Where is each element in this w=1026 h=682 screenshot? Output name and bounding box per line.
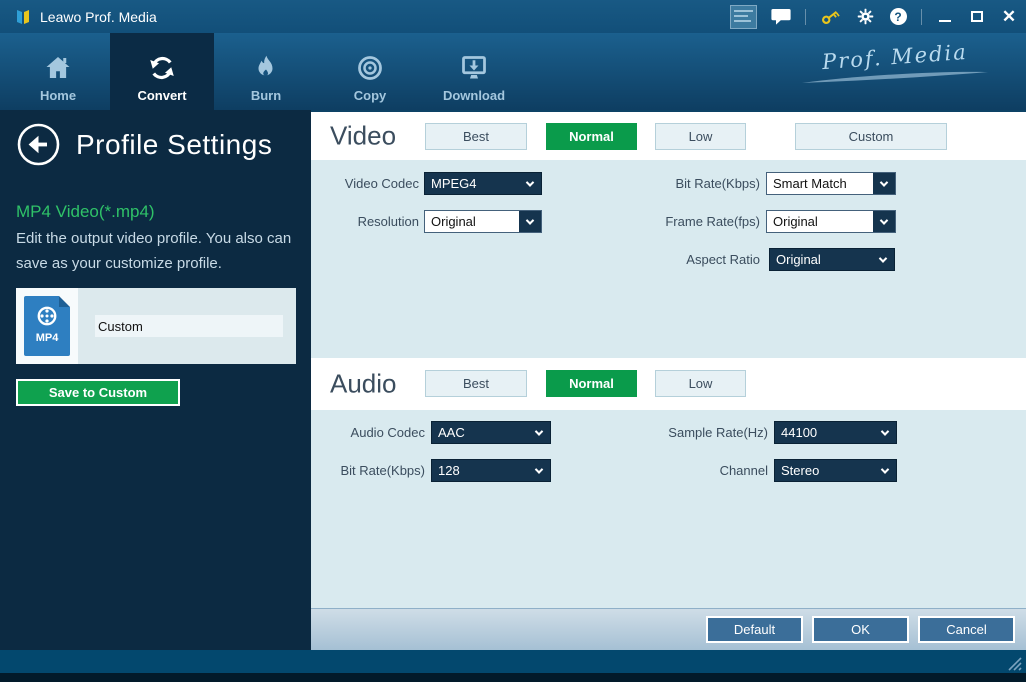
video-quality-low-button[interactable]: Low [655, 123, 746, 150]
audio-settings: Audio Codec AAC Sample Rate(Hz) 44100 Bi… [311, 410, 1026, 608]
video-quality-best-button[interactable]: Best [425, 123, 527, 150]
promo-banner-icon[interactable] [730, 4, 757, 29]
resize-grip[interactable] [1002, 651, 1022, 671]
nav-bar: Home Convert Burn Copy Download Prof. Me… [0, 33, 1026, 110]
audio-codec-label: Audio Codec [350, 425, 425, 440]
key-icon[interactable] [820, 4, 842, 30]
convert-sync-icon [150, 56, 174, 80]
resolution-select[interactable]: Original [424, 210, 542, 233]
nav-tab-burn[interactable]: Burn [214, 33, 318, 110]
mp4-file-icon: MP4 [24, 296, 70, 356]
titlebar-separator [921, 8, 922, 25]
format-label: MP4 [35, 332, 59, 344]
audio-quality-normal-button[interactable]: Normal [546, 370, 637, 397]
maximize-icon[interactable] [968, 4, 986, 30]
help-icon[interactable]: ? [889, 4, 907, 30]
video-codec-select[interactable]: MPEG4 [424, 172, 542, 195]
nav-tab-copy[interactable]: Copy [318, 33, 422, 110]
video-bitrate-select[interactable]: Smart Match [766, 172, 896, 195]
copy-disc-icon [358, 56, 382, 80]
chevron-down-icon [873, 173, 895, 194]
gear-icon[interactable] [856, 4, 875, 30]
profile-settings-panel: Profile Settings MP4 Video(*.mp4) Edit t… [0, 110, 311, 650]
chevron-down-icon [874, 422, 896, 443]
app-window: Leawo Prof. Media ? ✕ Home Convert Burn … [0, 0, 1026, 682]
chevron-down-icon [874, 460, 896, 481]
audio-bitrate-label: Bit Rate(Kbps) [340, 463, 425, 478]
status-footer [0, 650, 1026, 673]
chevron-down-icon [872, 249, 894, 270]
resolution-label: Resolution [357, 214, 419, 229]
video-bitrate-label: Bit Rate(Kbps) [675, 176, 760, 191]
nav-tab-home[interactable]: Home [6, 33, 110, 110]
chevron-down-icon [519, 211, 541, 232]
titlebar-actions: ? ✕ [730, 0, 1018, 33]
profile-name-input[interactable] [95, 315, 283, 337]
chevron-down-icon [873, 211, 895, 232]
framerate-select[interactable]: Original [766, 210, 896, 233]
panel-title: Profile Settings [76, 128, 273, 160]
minimize-icon[interactable] [936, 4, 954, 30]
video-settings: Video Codec MPEG4 Bit Rate(Kbps) Smart M… [311, 160, 1026, 358]
default-button[interactable]: Default [706, 616, 803, 643]
back-button[interactable] [16, 122, 61, 167]
save-to-custom-button[interactable]: Save to Custom [16, 379, 180, 406]
brand-signature: Prof. Media [800, 40, 990, 85]
dialog-button-bar: Default OK Cancel [311, 608, 1026, 650]
sample-rate-select[interactable]: 44100 [774, 421, 897, 444]
channel-select[interactable]: Stereo [774, 459, 897, 482]
titlebar-separator [805, 8, 806, 25]
nav-tab-convert[interactable]: Convert [110, 33, 214, 110]
titlebar: Leawo Prof. Media ? ✕ [0, 0, 1026, 33]
video-section-header: Video Best Normal Low Custom [311, 110, 1026, 160]
custom-profile-item[interactable]: MP4 [16, 288, 296, 364]
window-bottom-edge [0, 673, 1026, 682]
framerate-label: Frame Rate(fps) [665, 214, 760, 229]
audio-codec-select[interactable]: AAC [431, 421, 551, 444]
aspect-ratio-select[interactable]: Original [769, 248, 895, 271]
panel-description: Edit the output video profile. You also … [16, 230, 292, 272]
video-codec-label: Video Codec [344, 176, 419, 191]
audio-section-title: Audio [330, 368, 397, 399]
chat-bubble-icon[interactable] [771, 4, 791, 30]
settings-panel: Video Best Normal Low Custom Video Codec… [311, 110, 1026, 650]
video-section-title: Video [330, 120, 397, 151]
home-icon [46, 57, 70, 78]
close-icon[interactable]: ✕ [1000, 4, 1018, 30]
ok-button[interactable]: OK [812, 616, 909, 643]
audio-quality-low-button[interactable]: Low [655, 370, 746, 397]
audio-quality-best-button[interactable]: Best [425, 370, 527, 397]
download-monitor-icon [462, 56, 486, 79]
chevron-down-icon [519, 173, 541, 194]
sample-rate-label: Sample Rate(Hz) [668, 425, 768, 440]
chevron-down-icon [528, 460, 550, 481]
audio-section-header: Audio Best Normal Low [311, 358, 1026, 410]
leawo-logo-icon [17, 9, 29, 24]
chevron-down-icon [528, 422, 550, 443]
video-quality-normal-button[interactable]: Normal [546, 123, 637, 150]
aspect-ratio-label: Aspect Ratio [686, 252, 760, 267]
current-profile-name: MP4 Video(*.mp4) [16, 202, 155, 221]
burn-flame-icon [258, 55, 273, 76]
back-arrow-icon [17, 123, 60, 166]
channel-label: Channel [719, 463, 768, 478]
cancel-button[interactable]: Cancel [918, 616, 1015, 643]
window-title: Leawo Prof. Media [40, 8, 157, 25]
nav-tab-download[interactable]: Download [422, 33, 526, 110]
video-quality-custom-button[interactable]: Custom [795, 123, 947, 150]
audio-bitrate-select[interactable]: 128 [431, 459, 551, 482]
